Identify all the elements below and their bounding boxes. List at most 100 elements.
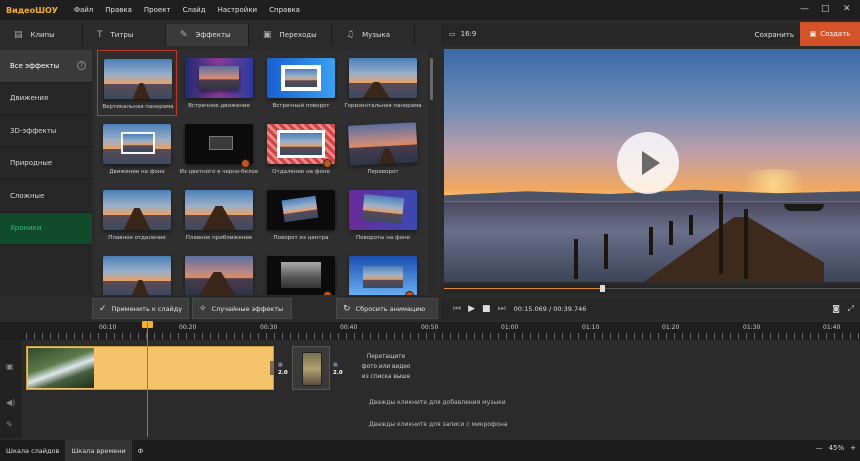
reset-animation-button[interactable]: ↻ Сбросить анимацию — [336, 298, 438, 319]
effect-thumbnail — [267, 58, 335, 98]
video-track-icon: ▣ — [6, 362, 14, 371]
tab-clips[interactable]: ▤ Клипы — [0, 24, 83, 46]
effect-item[interactable]: Переворот — [343, 116, 423, 182]
magic-wand-icon: ✎ — [180, 30, 188, 40]
category-3d[interactable]: 3D-эффекты — [0, 115, 92, 148]
effect-thumbnail — [185, 190, 253, 230]
effect-thumbnail — [185, 124, 253, 164]
film-icon: ▣ — [809, 30, 817, 38]
menu-slide[interactable]: Слайд — [177, 6, 212, 14]
effect-item[interactable]: Поворот из центра — [261, 182, 341, 248]
close-button[interactable]: ✕ — [843, 4, 851, 14]
playhead[interactable] — [147, 322, 148, 437]
magic-wand-icon: ✧ — [199, 303, 207, 314]
playback-progress[interactable] — [444, 284, 860, 294]
menu-help[interactable]: Справка — [263, 6, 306, 14]
snapshot-icon[interactable]: ◙ — [832, 304, 840, 313]
tick-label: 01:00 — [501, 324, 519, 331]
play-overlay-button[interactable] — [617, 132, 679, 194]
drop-zone-text[interactable]: Перетащите фото или видео из списка выше — [352, 352, 420, 382]
effect-item[interactable] — [343, 248, 423, 295]
effect-item[interactable]: Плавное отдаление — [97, 182, 177, 248]
next-icon[interactable]: ⏭ — [498, 304, 506, 314]
effect-item[interactable]: Из цветного в черно-белое — [179, 116, 259, 182]
effect-thumbnail — [103, 190, 171, 230]
save-button[interactable]: Сохранить — [755, 31, 794, 39]
slide-clip[interactable] — [26, 346, 274, 390]
maximize-button[interactable]: □ — [821, 4, 830, 14]
mic-track-hint[interactable]: Дважды кликните для записи с микрофона — [369, 421, 507, 428]
effect-item[interactable]: Движение на фоне — [97, 116, 177, 182]
menu-project[interactable]: Проект — [138, 6, 177, 14]
menu-bar: ВидеоШОУ Файл Правка Проект Слайд Настро… — [0, 0, 860, 20]
fullscreen-icon[interactable]: ⤢ — [848, 304, 854, 314]
progress-fill — [444, 288, 603, 289]
progress-handle[interactable] — [600, 285, 606, 292]
apply-to-slide-button[interactable]: ✓ Применить к слайду — [92, 298, 189, 319]
category-complex[interactable]: Сложные — [0, 180, 92, 213]
effect-item[interactable]: Вертикальная панорама — [97, 50, 177, 116]
video-preview[interactable] — [444, 49, 860, 282]
zoom-out-icon[interactable]: — — [816, 444, 823, 452]
stop-icon[interactable]: ■ — [482, 304, 491, 314]
effect-item[interactable]: Отдаление на фоне — [261, 116, 341, 182]
zoom-control: — 45% + — [816, 444, 856, 452]
text-icon: T — [97, 30, 103, 40]
tab-slide-scale[interactable]: Шкала слайдов — [0, 440, 65, 461]
effect-item[interactable] — [261, 248, 341, 295]
aspect-ratio-selector[interactable]: ▭ 16:9 — [449, 30, 476, 38]
music-track-hint[interactable]: Дважды кликните для добавления музыки — [369, 399, 506, 406]
duration-badge: 2.0 — [333, 370, 343, 376]
effect-item[interactable] — [97, 248, 177, 295]
playback-controls: ⏮ ▶ ■ ⏭ 00:15.069 / 00:39.746 ◙ ⤢ — [441, 298, 860, 320]
play-icon[interactable]: ▶ — [468, 304, 475, 314]
effects-scrollbar[interactable] — [429, 52, 434, 292]
effect-item[interactable]: Повороты на фоне — [343, 182, 423, 248]
tab-timeline-scale[interactable]: Шкала времени — [65, 440, 132, 461]
minimize-button[interactable]: — — [800, 4, 809, 14]
tab-transitions[interactable]: ▣ Переходы — [249, 24, 332, 46]
effects-action-bar: ✓ Применить к слайду ✧ Случайные эффекты ↻… — [92, 298, 438, 320]
monitor-icon: ▭ — [449, 30, 456, 38]
category-nature[interactable]: Природные — [0, 148, 92, 180]
random-effects-button[interactable]: ✧ Случайные эффекты — [192, 298, 292, 319]
effect-item[interactable] — [179, 248, 259, 295]
app-logo: ВидеоШОУ — [6, 5, 58, 15]
category-all[interactable]: Все эффекты? — [0, 50, 92, 83]
menu-file[interactable]: Файл — [68, 6, 99, 14]
effect-item[interactable]: Встречный поворот — [261, 50, 341, 116]
effect-item[interactable]: Встречное движение — [179, 50, 259, 116]
tab-effects[interactable]: ✎ Эффекты — [166, 24, 249, 46]
zoom-in-icon[interactable]: + — [850, 444, 856, 452]
microphone-icon[interactable]: ✎ — [6, 420, 13, 429]
premium-badge-icon — [241, 159, 250, 168]
speaker-icon[interactable]: ◀) — [6, 398, 15, 407]
create-button[interactable]: ▣ Создать — [800, 22, 860, 46]
effect-item[interactable]: Плавное приближение — [179, 182, 259, 248]
tick-label: 01:10 — [582, 324, 600, 331]
effect-thumbnail — [347, 122, 419, 166]
effect-thumbnail — [104, 59, 172, 99]
scrollbar-thumb[interactable] — [430, 58, 433, 100]
effect-item[interactable]: Горизонтальная панорама — [343, 50, 423, 116]
tick-label: 00:50 — [421, 324, 439, 331]
menu-settings[interactable]: Настройки — [212, 6, 264, 14]
menu-edit[interactable]: Правка — [99, 6, 138, 14]
music-icon: ♫ — [346, 30, 355, 40]
effect-thumbnail — [267, 256, 335, 295]
premium-badge-icon — [323, 291, 332, 295]
bottom-bar: Шкала слайдов Шкала времени Ф — 45% + — [0, 440, 860, 461]
tab-titles[interactable]: T Титры — [83, 24, 166, 46]
clip-resize-handle[interactable] — [270, 361, 274, 375]
category-chronicles[interactable]: Хроники — [0, 212, 92, 245]
previous-icon[interactable]: ⏮ — [453, 304, 461, 314]
category-movements[interactable]: Движения — [0, 83, 92, 115]
effect-thumbnail — [185, 256, 253, 295]
extra-toggle[interactable]: Ф — [132, 440, 150, 461]
timeline-ruler[interactable]: 00:10 00:20 00:30 00:40 00:50 01:00 01:1… — [0, 322, 860, 340]
slide-clip[interactable] — [292, 346, 330, 390]
tab-music[interactable]: ♫ Музыка — [332, 24, 415, 46]
film-icon: ▤ — [14, 30, 23, 40]
info-icon[interactable]: ? — [77, 61, 86, 71]
track-icons: ▣ ◀) ✎ — [0, 340, 22, 438]
